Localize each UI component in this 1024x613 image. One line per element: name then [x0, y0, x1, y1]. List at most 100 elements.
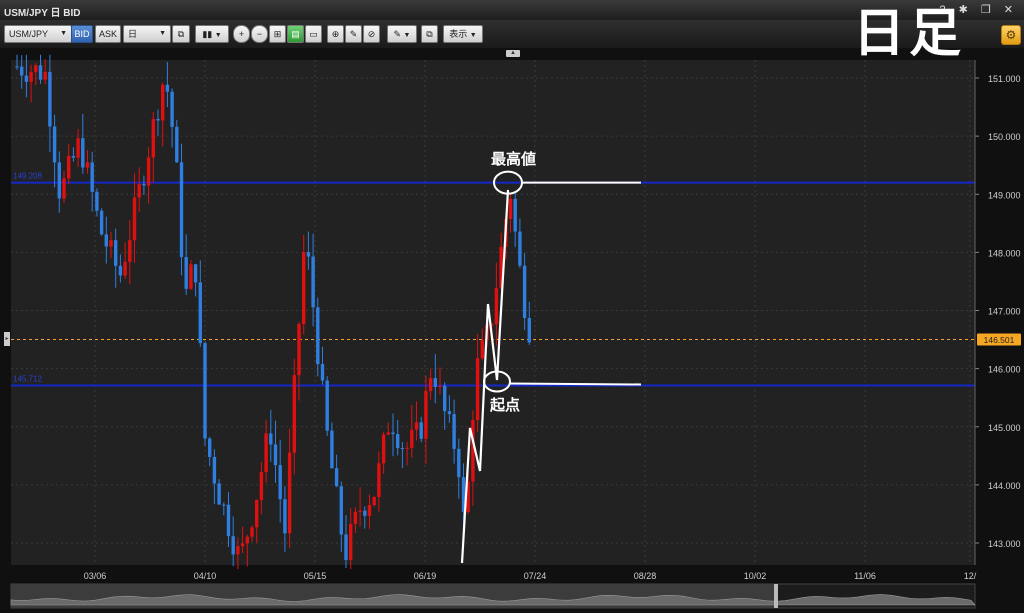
high-label: 最高値: [491, 150, 536, 168]
candle-body: [132, 197, 137, 241]
candle-body: [367, 505, 372, 516]
candle-body: [292, 375, 296, 453]
candle-body: [302, 252, 306, 325]
candle-body: [278, 465, 282, 500]
x-tick-label: 04/10: [194, 571, 217, 581]
candle-body: [438, 385, 442, 387]
candle-body: [222, 504, 226, 506]
candle-body: [386, 432, 390, 435]
candle-body: [508, 198, 513, 219]
candle-body: [52, 126, 57, 163]
candle-body: [208, 438, 212, 457]
candle-body: [391, 432, 395, 435]
candle-body: [334, 468, 339, 487]
y-tick-label: 150.000: [988, 132, 1021, 142]
candle-body: [193, 264, 198, 283]
candle-body: [24, 75, 29, 82]
candle-body: [518, 231, 522, 266]
candle-body: [156, 119, 160, 121]
candle-body: [480, 340, 484, 359]
candle-body: [57, 162, 61, 199]
candle-body: [428, 378, 433, 392]
candle-body: [424, 391, 428, 439]
candle-body: [20, 66, 24, 76]
candle-body: [62, 178, 66, 199]
x-tick-label: 08/28: [634, 571, 657, 581]
x-tick-label: 11/06: [854, 571, 876, 581]
y-tick-label: 144.000: [988, 481, 1021, 491]
candle-body: [184, 257, 188, 289]
candle-body: [452, 414, 456, 449]
y-tick-label: 149.000: [988, 190, 1021, 200]
candle-body: [306, 252, 311, 257]
navigator[interactable]: [10, 583, 976, 609]
candle-body: [146, 157, 151, 186]
candle-body: [443, 385, 447, 412]
candle-body: [414, 422, 419, 430]
candle-body: [99, 210, 104, 235]
candle-body: [259, 472, 264, 501]
y-tick-label: 148.000: [988, 248, 1021, 258]
price-chart[interactable]: 149.208 145.712 146.501 最高値起点 143.000 144.0…: [0, 0, 1024, 613]
x-tick-label: 07/24: [524, 571, 547, 581]
candle-body: [212, 456, 217, 484]
candle-body: [231, 536, 235, 555]
candle-body: [527, 318, 531, 343]
candle-body: [226, 504, 231, 537]
x-tick-label: 05/15: [304, 571, 327, 581]
candle-body: [522, 265, 527, 319]
y-tick-label: 147.000: [988, 307, 1021, 317]
candle-body: [372, 497, 376, 506]
candle-body: [203, 343, 207, 439]
candle-body: [405, 447, 409, 449]
candle-body: [175, 126, 179, 163]
candle-body: [90, 162, 94, 192]
candle-body: [43, 71, 47, 80]
candle-body: [471, 420, 475, 482]
candle-body: [29, 72, 33, 82]
candle-body: [104, 234, 108, 247]
x-tick-label: 12/: [964, 571, 977, 581]
candle-body: [330, 430, 334, 469]
candle-body: [151, 119, 155, 158]
x-tick-label: 03/06: [84, 571, 107, 581]
candle-body: [344, 534, 348, 561]
candle-body: [377, 463, 381, 498]
candle-body: [353, 511, 358, 524]
candle-body: [250, 527, 254, 537]
candle-body: [123, 261, 127, 276]
candle-body: [170, 91, 174, 127]
candle-body: [320, 364, 325, 381]
candle-body: [217, 483, 221, 505]
candle-body: [297, 324, 301, 376]
candle-body: [494, 288, 499, 325]
candle-body: [109, 240, 113, 247]
current-price-label: 146.501: [984, 335, 1015, 345]
candle-body: [71, 155, 76, 158]
candle-body: [161, 84, 165, 121]
candle-body: [419, 422, 423, 439]
candle-body: [325, 380, 329, 431]
candle-body: [142, 184, 146, 186]
candle-body: [48, 71, 52, 127]
candle-body: [236, 546, 240, 555]
start-label: 起点: [489, 396, 520, 414]
candle-body: [269, 433, 273, 445]
start-marker-line: [509, 382, 642, 386]
candle-body: [283, 499, 287, 534]
candle-body: [189, 264, 193, 289]
candle-body: [381, 434, 386, 464]
candle-body: [34, 65, 38, 73]
candle-body: [179, 162, 184, 258]
candle-body: [165, 84, 170, 92]
y-tick-label: 151.000: [988, 74, 1021, 84]
candle-body: [475, 358, 480, 421]
high_line-label: 149.208: [13, 172, 42, 181]
candle-body: [85, 162, 90, 168]
left-panel-handle[interactable]: ▸: [4, 332, 10, 346]
candle-body: [67, 155, 71, 179]
candle-body: [311, 256, 315, 308]
candle-body: [15, 66, 19, 68]
candle-body: [240, 543, 245, 547]
candle-body: [400, 448, 405, 450]
